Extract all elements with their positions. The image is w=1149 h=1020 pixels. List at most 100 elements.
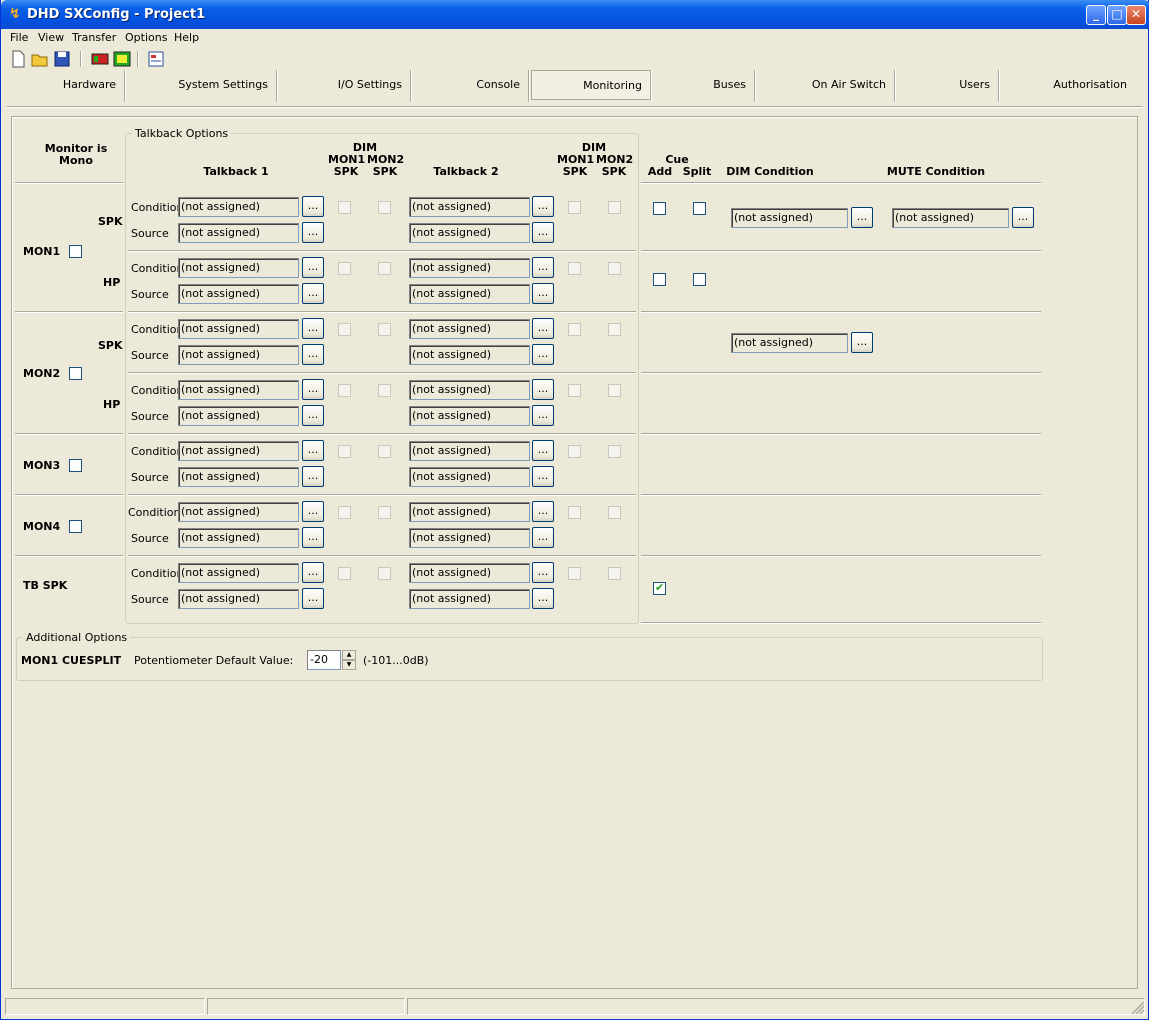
tbspk-tb2-dim-mon1-checkbox[interactable] — [568, 567, 581, 580]
menu-options[interactable]: Options — [125, 31, 167, 44]
mon1-hp-tb2-condition-browse-button[interactable]: ... — [532, 257, 554, 278]
mon2-spk-tb2-dim-mon2-checkbox[interactable] — [608, 323, 621, 336]
mon1-dim-condition-field[interactable]: (not assigned) — [731, 208, 848, 228]
mon4-tb2-source-field[interactable]: (not assigned) — [409, 528, 530, 548]
mon2-spk-tb2-condition-field[interactable]: (not assigned) — [409, 319, 530, 339]
mon2-hp-tb1-source-browse-button[interactable]: ... — [302, 405, 324, 426]
tbspk-tb2-condition-field[interactable]: (not assigned) — [409, 563, 530, 583]
mon3-tb1-condition-browse-button[interactable]: ... — [302, 440, 324, 461]
mon2-spk-tb1-source-field[interactable]: (not assigned) — [178, 345, 299, 365]
mon2-hp-tb1-condition-field[interactable]: (not assigned) — [178, 380, 299, 400]
tab-console[interactable]: Console — [411, 70, 529, 102]
tab-users[interactable]: Users — [895, 70, 999, 102]
mon1-spk-cue-split-checkbox[interactable] — [693, 202, 706, 215]
spin-up-button[interactable]: ▲ — [342, 650, 356, 660]
transfer-icon[interactable] — [113, 50, 131, 68]
resize-grip-icon[interactable] — [1131, 1001, 1145, 1015]
mon2-spk-tb1-dim-mon1-checkbox[interactable] — [338, 323, 351, 336]
potentiometer-default-input[interactable]: -20 — [307, 650, 341, 670]
mon1-hp-tb1-dim-mon1-checkbox[interactable] — [338, 262, 351, 275]
mon1-spk-tb1-source-field[interactable]: (not assigned) — [178, 223, 299, 243]
properties-icon[interactable] — [147, 50, 165, 68]
open-folder-icon[interactable] — [31, 50, 49, 68]
mon1-hp-tb1-source-browse-button[interactable]: ... — [302, 283, 324, 304]
mon2-hp-tb1-dim-mon2-checkbox[interactable] — [378, 384, 391, 397]
menu-transfer[interactable]: Transfer — [72, 31, 116, 44]
mon1-spk-tb2-dim-mon1-checkbox[interactable] — [568, 201, 581, 214]
tab-system-settings[interactable]: System Settings — [125, 70, 277, 102]
menu-view[interactable]: View — [38, 31, 64, 44]
mon3-tb2-dim-mon1-checkbox[interactable] — [568, 445, 581, 458]
mon4-tb1-condition-field[interactable]: (not assigned) — [178, 502, 299, 522]
mon1-hp-tb2-source-field[interactable]: (not assigned) — [409, 284, 530, 304]
tbspk-tb1-dim-mon1-checkbox[interactable] — [338, 567, 351, 580]
tbspk-tb1-condition-browse-button[interactable]: ... — [302, 562, 324, 583]
tbspk-tb2-source-field[interactable]: (not assigned) — [409, 589, 530, 609]
mon3-tb2-source-field[interactable]: (not assigned) — [409, 467, 530, 487]
mon2-hp-tb1-source-field[interactable]: (not assigned) — [178, 406, 299, 426]
mon1-dim-condition-browse-button[interactable]: ... — [851, 207, 873, 228]
tab-on-air-switch[interactable]: On Air Switch — [755, 70, 895, 102]
mon4-mono-checkbox[interactable] — [69, 520, 82, 533]
mon2-hp-tb2-source-field[interactable]: (not assigned) — [409, 406, 530, 426]
mon1-spk-tb2-condition-field[interactable]: (not assigned) — [409, 197, 530, 217]
mon3-tb1-source-field[interactable]: (not assigned) — [178, 467, 299, 487]
tbspk-tb2-condition-browse-button[interactable]: ... — [532, 562, 554, 583]
mon4-tb2-condition-field[interactable]: (not assigned) — [409, 502, 530, 522]
mon2-hp-tb2-dim-mon1-checkbox[interactable] — [568, 384, 581, 397]
mon4-tb1-condition-browse-button[interactable]: ... — [302, 501, 324, 522]
tab-hardware[interactable]: Hardware — [7, 70, 125, 102]
mon1-hp-tb1-source-field[interactable]: (not assigned) — [178, 284, 299, 304]
mon1-spk-cue-add-checkbox[interactable] — [653, 202, 666, 215]
close-button[interactable]: ✕ — [1126, 5, 1146, 25]
mon2-dim-condition-field[interactable]: (not assigned) — [731, 333, 848, 353]
mon2-hp-tb2-condition-browse-button[interactable]: ... — [532, 379, 554, 400]
mon1-hp-tb2-source-browse-button[interactable]: ... — [532, 283, 554, 304]
mon4-tb2-dim-mon1-checkbox[interactable] — [568, 506, 581, 519]
mon2-spk-tb1-source-browse-button[interactable]: ... — [302, 344, 324, 365]
mon4-tb1-source-browse-button[interactable]: ... — [302, 527, 324, 548]
mon1-spk-tb1-dim-mon1-checkbox[interactable] — [338, 201, 351, 214]
mon2-spk-tb1-condition-field[interactable]: (not assigned) — [178, 319, 299, 339]
hardware-module-icon[interactable] — [91, 50, 109, 68]
save-icon[interactable] — [53, 50, 71, 68]
mon3-tb1-condition-field[interactable]: (not assigned) — [178, 441, 299, 461]
mon3-mono-checkbox[interactable] — [69, 459, 82, 472]
mon2-hp-tb1-dim-mon1-checkbox[interactable] — [338, 384, 351, 397]
mon1-spk-tb2-dim-mon2-checkbox[interactable] — [608, 201, 621, 214]
mon3-tb1-dim-mon2-checkbox[interactable] — [378, 445, 391, 458]
mon2-spk-tb2-condition-browse-button[interactable]: ... — [532, 318, 554, 339]
mon3-tb1-dim-mon1-checkbox[interactable] — [338, 445, 351, 458]
mon2-spk-tb2-source-browse-button[interactable]: ... — [532, 344, 554, 365]
mon4-tb2-dim-mon2-checkbox[interactable] — [608, 506, 621, 519]
mon2-hp-tb2-source-browse-button[interactable]: ... — [532, 405, 554, 426]
mon2-hp-tb1-condition-browse-button[interactable]: ... — [302, 379, 324, 400]
mon1-hp-cue-split-checkbox[interactable] — [693, 273, 706, 286]
mon2-spk-tb1-dim-mon2-checkbox[interactable] — [378, 323, 391, 336]
mon4-tb2-condition-browse-button[interactable]: ... — [532, 501, 554, 522]
minimize-button[interactable]: _ — [1086, 5, 1106, 25]
mon1-hp-tb2-dim-mon1-checkbox[interactable] — [568, 262, 581, 275]
new-file-icon[interactable] — [9, 50, 27, 68]
mon3-tb2-dim-mon2-checkbox[interactable] — [608, 445, 621, 458]
mon1-hp-tb1-dim-mon2-checkbox[interactable] — [378, 262, 391, 275]
mon2-dim-condition-browse-button[interactable]: ... — [851, 332, 873, 353]
mon1-spk-tb2-condition-browse-button[interactable]: ... — [532, 196, 554, 217]
menu-file[interactable]: File — [10, 31, 28, 44]
mon3-tb1-source-browse-button[interactable]: ... — [302, 466, 324, 487]
tab-monitoring[interactable]: Monitoring — [531, 70, 651, 100]
mon4-tb2-source-browse-button[interactable]: ... — [532, 527, 554, 548]
mon2-spk-tb1-condition-browse-button[interactable]: ... — [302, 318, 324, 339]
tbspk-tb1-condition-field[interactable]: (not assigned) — [178, 563, 299, 583]
mon1-spk-tb1-condition-field[interactable]: (not assigned) — [178, 197, 299, 217]
mon1-mono-checkbox[interactable] — [69, 245, 82, 258]
mon3-tb2-source-browse-button[interactable]: ... — [532, 466, 554, 487]
mon3-tb2-condition-field[interactable]: (not assigned) — [409, 441, 530, 461]
mon1-hp-tb1-condition-field[interactable]: (not assigned) — [178, 258, 299, 278]
mon2-hp-tb2-dim-mon2-checkbox[interactable] — [608, 384, 621, 397]
mon1-mute-condition-field[interactable]: (not assigned) — [892, 208, 1009, 228]
tbspk-tb1-dim-mon2-checkbox[interactable] — [378, 567, 391, 580]
tab-buses[interactable]: Buses — [653, 70, 755, 102]
tbspk-tb1-source-browse-button[interactable]: ... — [302, 588, 324, 609]
mon1-hp-tb1-condition-browse-button[interactable]: ... — [302, 257, 324, 278]
